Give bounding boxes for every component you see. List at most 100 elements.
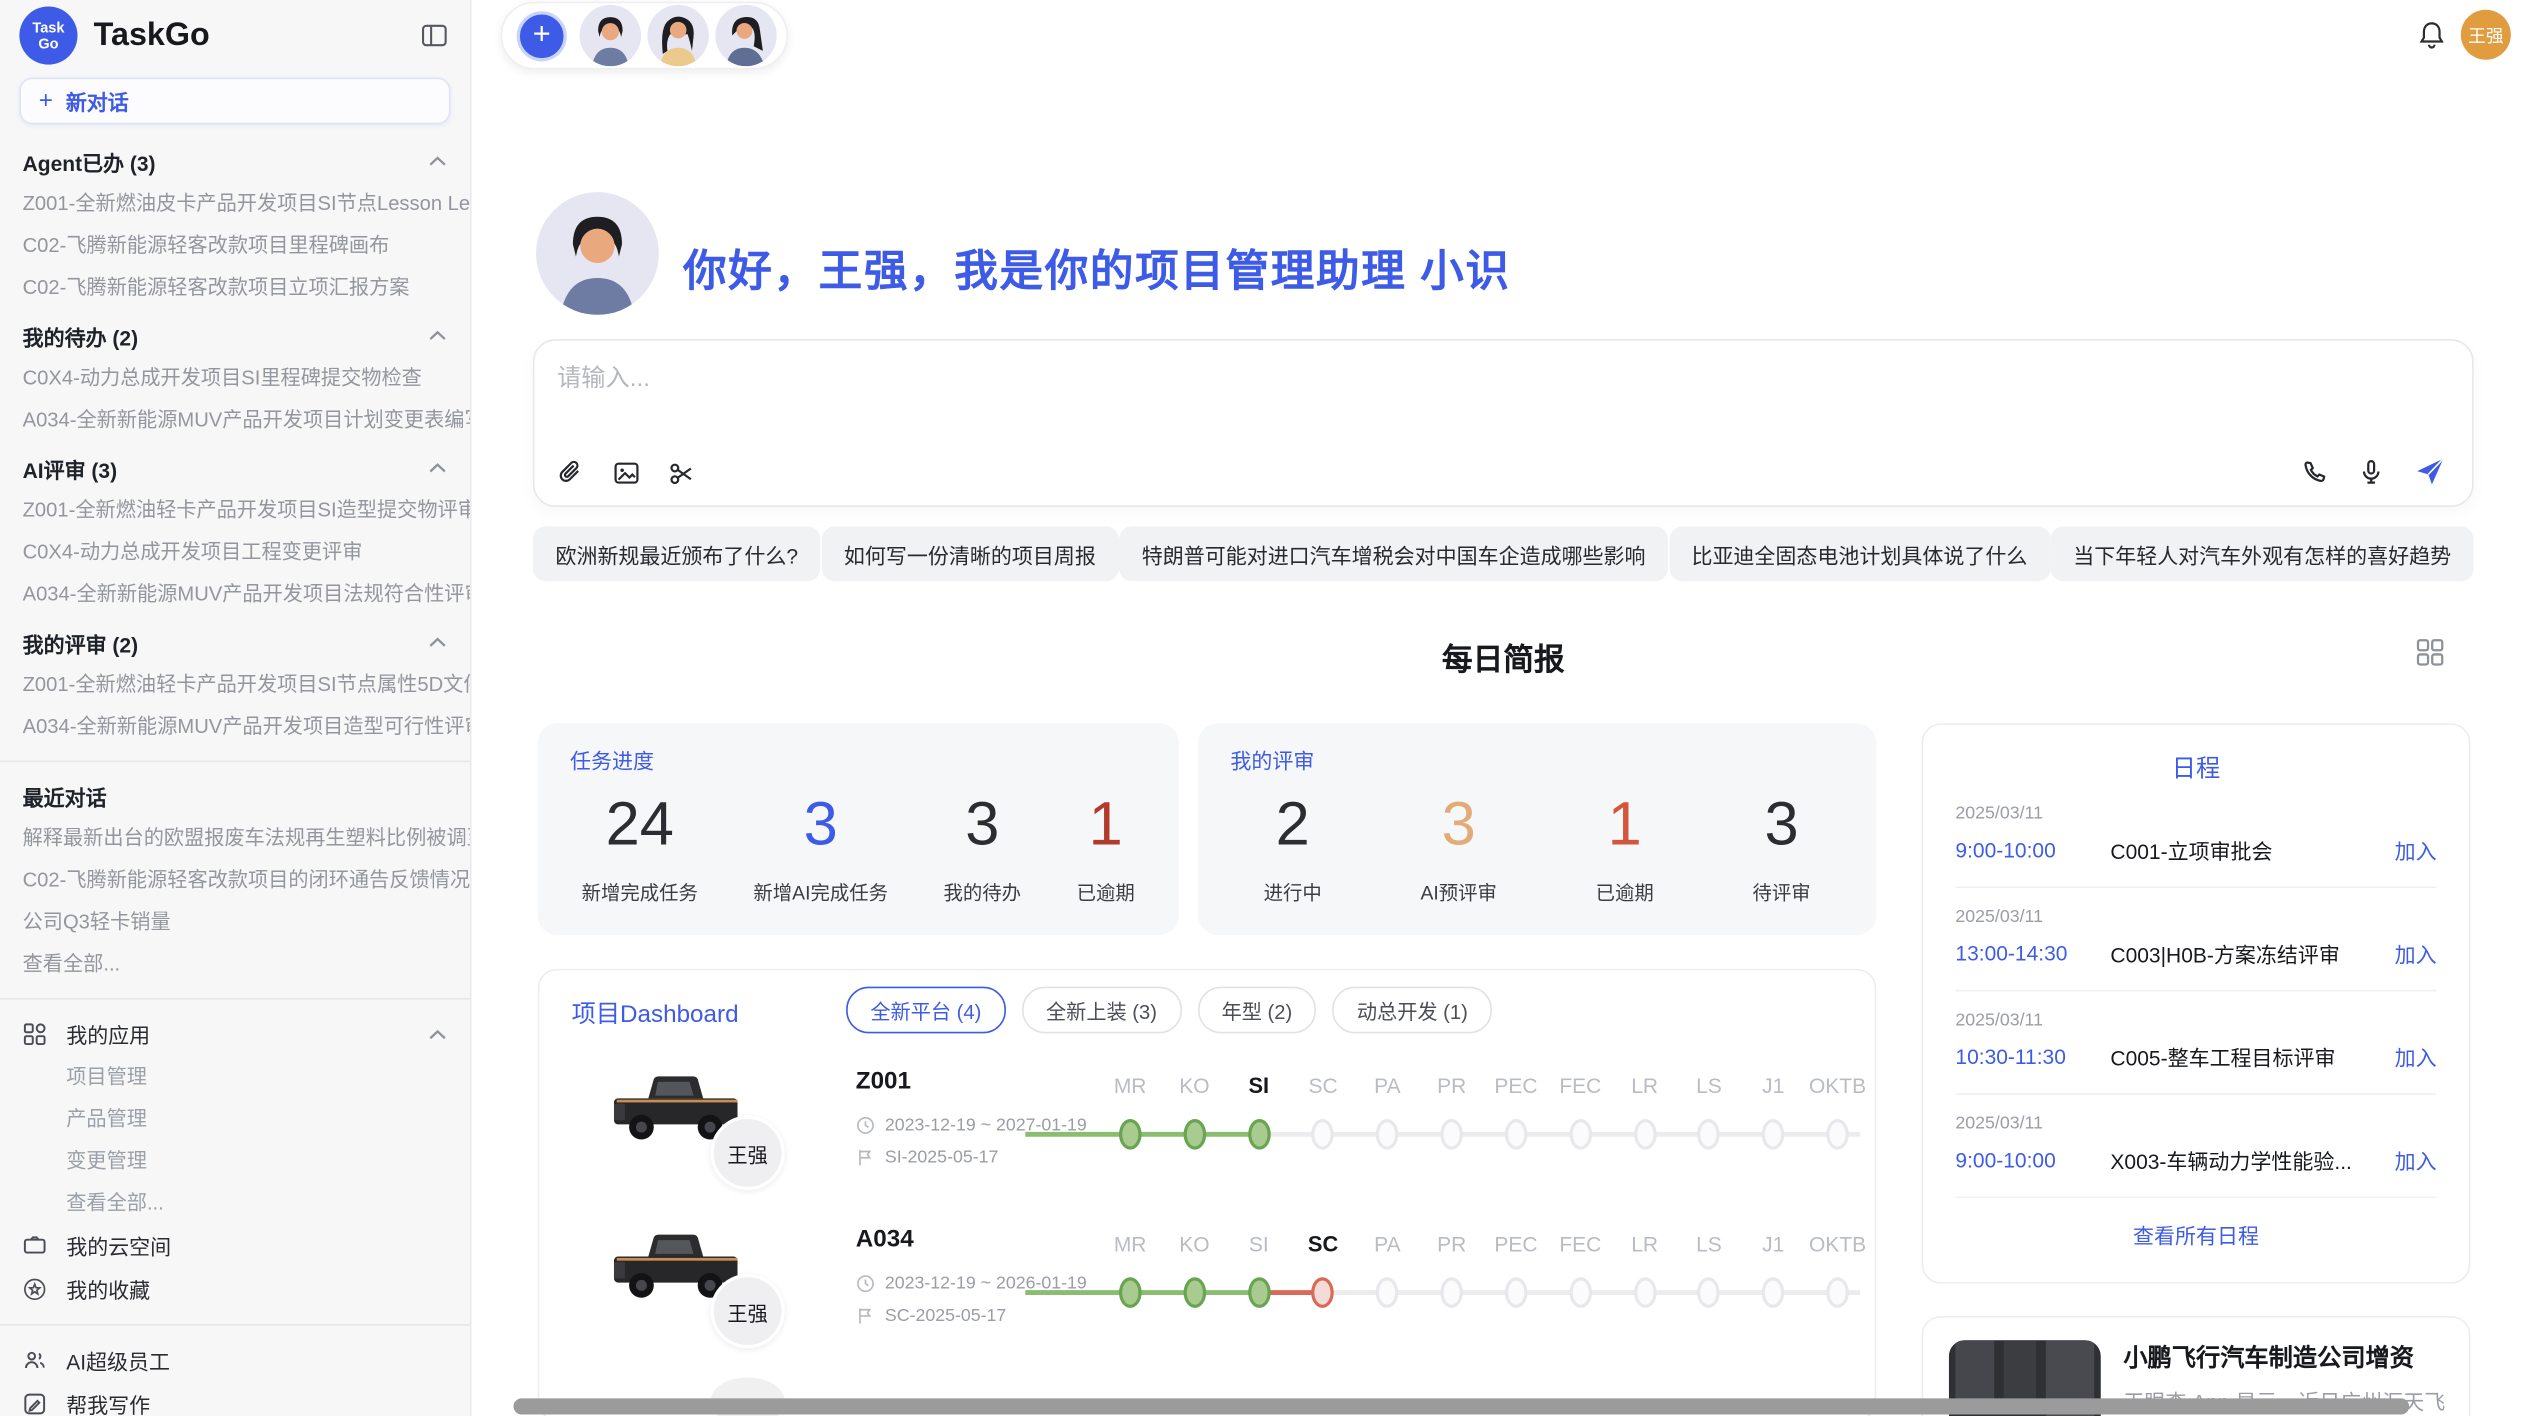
stat-value: 3 [1420,794,1496,855]
cloud-space-label: 我的云空间 [66,1230,171,1261]
milestone-dot [1762,1119,1785,1150]
attach-icon[interactable] [557,459,586,488]
milestone-dot [1698,1119,1721,1150]
filter-chip[interactable]: 全新平台 (4) [846,987,1005,1034]
milestone-label: LR [1612,1232,1676,1256]
plus-icon: + [39,86,53,113]
chevron-up-icon[interactable] [428,636,447,649]
add-assistant-button[interactable]: + [517,10,567,60]
new-chat-label: 新对话 [66,86,129,117]
suggestion-chip[interactable]: 特朗普可能对进口汽车增税会对中国车企造成哪些影响 [1119,526,1668,581]
view-all-apps[interactable]: 查看全部... [0,1182,470,1224]
cloud-space-icon [23,1233,49,1259]
filter-chip[interactable]: 年型 (2) [1197,987,1316,1034]
schedule-item[interactable]: 2025/03/11 9:00-10:00 C001-立项审批会 加入 [1955,785,2436,888]
milestone-label: OKTB [1805,1074,1869,1098]
sidebar-item[interactable]: A034-全新新能源MUV产品开发项目造型可行性评审 [0,706,470,748]
view-all-chats[interactable]: 查看全部... [0,943,470,985]
milestone-label: LR [1612,1074,1676,1098]
filter-chip[interactable]: 动总开发 (1) [1333,987,1492,1034]
sidebar-item[interactable]: Z001-全新燃油轻卡产品开发项目SI造型提交物评审 [0,489,470,531]
stat: 24 新增完成任务 [582,794,698,905]
app-item-change-mgmt[interactable]: 变更管理 [0,1140,470,1182]
new-chat-button[interactable]: + 新对话 [19,78,450,125]
recent-chat-item[interactable]: 解释最新出台的欧盟报废车法规再生塑料比例被调至15%... [0,817,470,859]
layout-grid-icon[interactable] [2416,638,2445,667]
stat-caption: AI预评审 [1420,878,1496,905]
assistant-avatar[interactable] [580,5,641,66]
sidebar-item-favorites[interactable]: 我的收藏 [0,1268,470,1312]
milestone-label: PEC [1484,1074,1548,1098]
assistant-switcher: + [501,2,788,70]
join-link[interactable]: 加入 [2395,835,2437,866]
sidebar-item[interactable]: C02-飞腾新能源轻客改款项目里程碑画布 [0,224,470,266]
section-agent-done[interactable]: Agent已办 (3) [0,140,470,182]
sidebar-item-help-write[interactable]: 帮我写作 [0,1382,470,1416]
suggestion-chip[interactable]: 如何写一份清晰的项目周报 [821,526,1118,581]
sidebar-item[interactable]: C0X4-动力总成开发项目工程变更评审 [0,531,470,573]
help-write-label: 帮我写作 [66,1389,150,1416]
milestone-label: J1 [1741,1232,1805,1256]
section-label: Agent已办 (3) [23,146,156,177]
project-row[interactable]: 王强 A034 2023-12-19 ~ 2026-01-19 SC-2025-… [572,1206,1848,1367]
sidebar-item[interactable]: C02-飞腾新能源轻客改款项目立项汇报方案 [0,266,470,308]
chat-input[interactable] [554,357,2256,457]
ai-staff-label: AI超级员工 [66,1345,170,1376]
milestone-label: MR [1098,1232,1162,1256]
app-logo: Task Go [19,6,77,64]
chevron-up-icon[interactable] [428,329,447,342]
sidebar-item-cloud-space[interactable]: 我的云空间 [0,1224,470,1268]
flag-icon [856,1148,875,1167]
microphone-icon[interactable] [2357,458,2384,485]
chevron-up-icon[interactable] [428,1028,447,1041]
chevron-up-icon[interactable] [428,155,447,168]
stat-caption: 待评审 [1753,878,1811,905]
section-label: 最近对话 [23,781,107,812]
app-item-product-mgmt[interactable]: 产品管理 [0,1098,470,1140]
milestone-label: SI [1227,1074,1291,1098]
milestone-dot [1826,1277,1849,1308]
filter-chip[interactable]: 全新上装 (3) [1022,987,1181,1034]
join-link[interactable]: 加入 [2395,1041,2437,1072]
recent-chat-item[interactable]: C02-飞腾新能源轻客改款项目的闭环通告反馈情况 [0,859,470,901]
project-row[interactable]: 王强 Z001 2023-12-19 ~ 2027-01-19 SI-2025-… [572,1048,1848,1209]
app-item-project-mgmt[interactable]: 项目管理 [0,1056,470,1098]
dashboard-title: 项目Dashboard [572,996,739,1030]
recent-chat-item[interactable]: 公司Q3轻卡销量 [0,901,470,943]
sidebar-item-ai-staff[interactable]: AI超级员工 [0,1339,470,1383]
horizontal-scrollbar[interactable] [513,1398,2409,1414]
notification-bell-icon[interactable] [2417,19,2446,51]
phone-icon[interactable] [2301,458,2328,485]
join-link[interactable]: 加入 [2395,1145,2437,1176]
suggestion-chip[interactable]: 欧洲新规最近颁布了什么? [533,526,821,581]
greeting-text: 你好，王强，我是你的项目管理助理 小识 [683,236,1511,299]
suggestion-chip[interactable]: 比亚迪全固态电池计划具体说了什么 [1669,526,2050,581]
sidebar-item[interactable]: Z001-全新燃油皮卡产品开发项目SI节点Lesson Learn报告 [0,182,470,224]
schedule-item[interactable]: 2025/03/11 13:00-14:30 C003|H0B-方案冻结评审 加… [1955,888,2436,991]
section-my-todo[interactable]: 我的待办 (2) [0,315,470,357]
milestone-label: PR [1420,1074,1484,1098]
sidebar-item[interactable]: C0X4-动力总成开发项目SI里程碑提交物检查 [0,357,470,399]
sidebar-item-my-apps[interactable]: 我的应用 [0,1012,470,1056]
send-icon[interactable] [2414,455,2446,487]
assistant-avatar[interactable] [715,5,776,66]
suggestion-chip[interactable]: 当下年轻人对汽车外观有怎样的喜好趋势 [2051,526,2474,581]
sidebar-collapse-icon[interactable] [418,19,450,51]
chevron-up-icon[interactable] [428,462,447,475]
sidebar-item[interactable]: A034-全新新能源MUV产品开发项目法规符合性评审 [0,573,470,615]
user-avatar[interactable]: 王强 [2461,10,2511,60]
sidebar-item[interactable]: A034-全新新能源MUV产品开发项目计划变更表编写 [0,399,470,441]
stat: 3 新增AI完成任务 [753,794,888,905]
schedule-item[interactable]: 2025/03/11 9:00-10:00 X003-车辆动力学性能验... 加… [1955,1095,2436,1198]
scissors-icon[interactable] [667,459,696,488]
milestone-dot [1569,1119,1592,1150]
schedule-item[interactable]: 2025/03/11 10:30-11:30 C005-整车工程目标评审 加入 [1955,991,2436,1094]
image-icon[interactable] [612,459,641,488]
assistant-avatar[interactable] [647,5,708,66]
section-ai-review[interactable]: AI评审 (3) [0,447,470,489]
section-my-review[interactable]: 我的评审 (2) [0,622,470,664]
sidebar-item[interactable]: Z001-全新燃油轻卡产品开发项目SI节点属性5D文件评审 [0,664,470,706]
join-link[interactable]: 加入 [2395,938,2437,969]
schedule-time: 10:30-11:30 [1955,1045,2110,1069]
view-all-schedule[interactable]: 查看所有日程 [1955,1198,2436,1250]
